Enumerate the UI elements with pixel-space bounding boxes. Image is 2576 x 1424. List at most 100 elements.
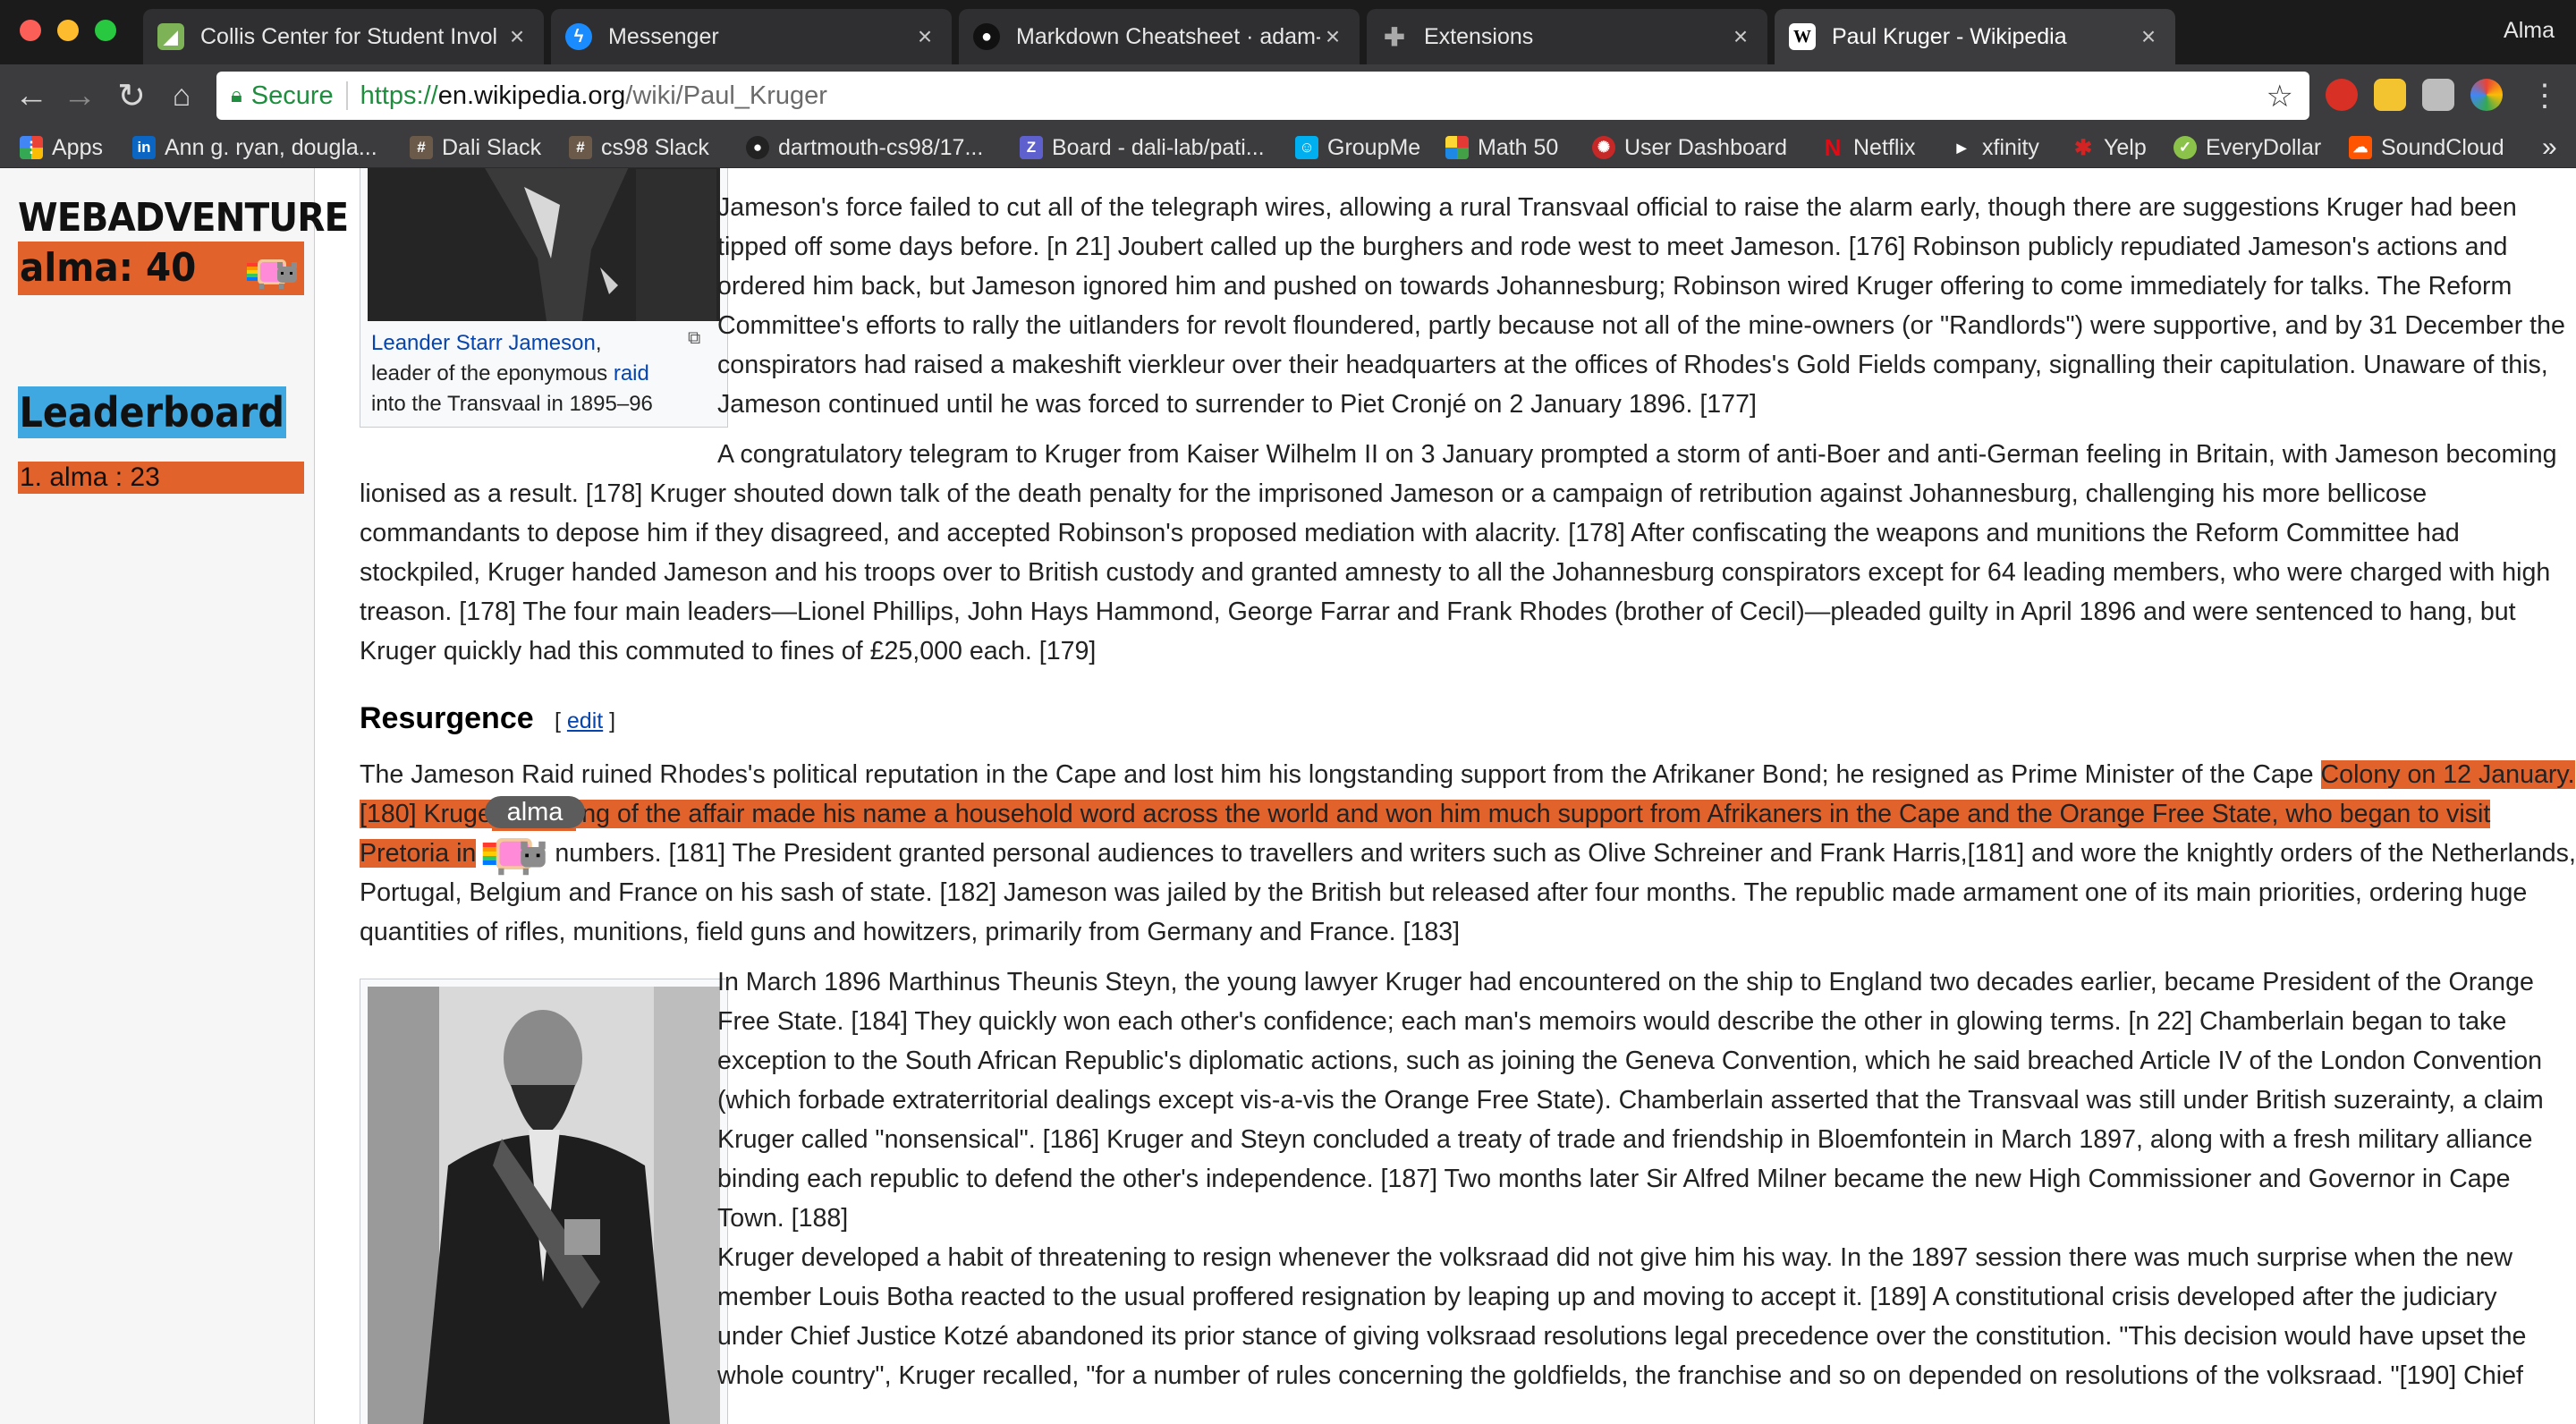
bookmarks-overflow-button[interactable]: » (2542, 132, 2557, 163)
dashboard-icon: ✺ (1592, 136, 1615, 159)
steyn-photo[interactable] (368, 987, 720, 1424)
caption-link-jameson[interactable]: Leander Starr Jameson (371, 331, 596, 355)
github-icon: ● (746, 136, 769, 159)
highlighted-text: ing of the affair made his name a househ… (575, 800, 2491, 828)
math-icon (1445, 136, 1469, 159)
bookmark-label: Apps (52, 134, 103, 160)
highlighted-text: Colony on 12 January. (2320, 760, 2575, 789)
bookmark-dartmouth-cs98[interactable]: ● dartmouth-cs98/17... (746, 132, 983, 163)
player-nyan-cat-icon[interactable] (481, 834, 549, 878)
minimize-window-button[interactable] (57, 20, 79, 41)
paragraph-line: The Jameson Raid ruined Rhodes's politic… (360, 755, 2576, 794)
paragraph-line: stockpiled, Kruger handed Jameson and hi… (360, 558, 2551, 587)
edit-section-link[interactable]: edit (567, 708, 603, 733)
bookmark-label: Math 50 (1478, 134, 1559, 160)
reload-icon[interactable]: ↻ (111, 75, 152, 116)
paragraph-text: A congratulatory telegram to Kruger from… (717, 440, 2557, 469)
caption-link-raid[interactable]: raid (614, 361, 649, 386)
address-bar[interactable]: 🔒︎ Secure https:// en.wikipedia.org /wik… (216, 72, 2309, 120)
bookmark-netflix[interactable]: N Netflix (1821, 132, 1916, 163)
paragraph-line: quantities of rifles, munitions, field g… (360, 918, 1461, 946)
bookmark-label: GroupMe (1327, 134, 1421, 160)
close-tab-button[interactable]: × (504, 22, 530, 51)
tab-title: Markdown Cheatsheet · adam- (1016, 23, 1320, 49)
bookmark-math-50[interactable]: Math 50 (1445, 132, 1558, 163)
paragraph-line: In March 1896 Marthinus Theunis Steyn, t… (717, 968, 2534, 996)
bookmark-yelp[interactable]: ✱ Yelp (2072, 132, 2147, 163)
bookmark-groupme[interactable]: ☺ GroupMe (1295, 132, 1420, 163)
bookmark-user-dashboard[interactable]: ✺ User Dashboard (1592, 132, 1787, 163)
web-page: WEBADVENTURE alma: 40 Leaderboard 1. alm… (0, 168, 2576, 1424)
paragraph-kaiser-telegram: A congratulatory telegram to Kruger from… (360, 435, 2557, 671)
apps-grid-icon: ⋮ (20, 136, 43, 159)
paragraph-line: Committee's efforts to rally the uitland… (717, 311, 2565, 340)
tab-extensions[interactable]: ✚ Extensions × (1367, 9, 1767, 64)
paragraph-line: Free State. [184] They quickly won each … (717, 1007, 2507, 1036)
forward-arrow-icon[interactable]: → (59, 75, 100, 116)
bookmark-cs98-slack[interactable]: # cs98 Slack (569, 132, 709, 163)
bookmark-label: Netflix (1853, 134, 1916, 160)
reader-extension-icon[interactable] (2422, 79, 2454, 111)
paragraph-line: Jameson's force failed to cut all of the… (717, 193, 2517, 222)
color-picker-extension-icon[interactable] (2470, 79, 2503, 111)
xfinity-icon: ▶ (1956, 140, 1967, 155)
leaderboard-header: Leaderboard (18, 386, 286, 438)
url-host: en.wikipedia.org (437, 81, 626, 110)
tab-messenger[interactable]: ϟ Messenger × (551, 9, 952, 64)
back-arrow-icon[interactable]: ← (11, 75, 52, 116)
thumbnail-jameson: ⧉ Leander Starr Jameson, leader of the e… (360, 168, 728, 428)
player-score: alma: 40 (20, 245, 197, 291)
tab-title: Messenger (608, 23, 719, 49)
caption-text: into the Transvaal in 1895–96 (371, 392, 653, 416)
paragraph-line: whole country", Kruger recalled, "for a … (717, 1361, 2523, 1390)
bookmark-xfinity[interactable]: ▶ xfinity (1950, 132, 2039, 163)
bookmark-label: Dali Slack (442, 134, 542, 160)
bookmark-label: dartmouth-cs98/17... (778, 134, 984, 160)
bookmark-everydollar[interactable]: ✓ EveryDollar (2174, 132, 2321, 163)
thumbnail-steyn (360, 979, 728, 1424)
profile-name[interactable]: Alma (2504, 18, 2555, 44)
browser-toolbar: ← → ↻ ⌂ 🔒︎ Secure https:// en.wikipedia.… (0, 64, 2576, 127)
jameson-photo[interactable] (368, 168, 720, 321)
close-tab-button[interactable]: × (912, 22, 937, 51)
bookmark-dali-slack[interactable]: # Dali Slack (410, 132, 541, 163)
maximize-window-button[interactable] (95, 20, 116, 41)
slack-icon: # (410, 136, 433, 159)
linkedin-icon: in (132, 136, 156, 159)
bookmark-label: Board - dali-lab/pati... (1052, 134, 1265, 160)
paragraph-line: Kruger developed a habit of threatening … (717, 1243, 2512, 1272)
game-title: WEBADVENTURE (18, 195, 349, 241)
wikipedia-icon: W (1789, 23, 1816, 50)
edit-bracket: ] (603, 708, 616, 733)
everydollar-icon: ✓ (2174, 136, 2197, 159)
paragraph-line: A congratulatory telegram to Kruger from… (360, 435, 2557, 474)
paragraph-telegraph: Jameson's force failed to cut all of the… (717, 188, 2565, 424)
paragraph-line: conspirators had raised a makeshift vier… (717, 351, 2548, 379)
bookmark-board[interactable]: Z Board - dali-lab/pati... (1020, 132, 1265, 163)
close-tab-button[interactable]: × (2136, 22, 2161, 51)
score-panel: alma: 40 (18, 242, 304, 295)
notes-extension-icon[interactable] (2374, 79, 2406, 111)
bookmark-soundcloud[interactable]: ☁ SoundCloud (2349, 132, 2504, 163)
tab-collis-center[interactable]: ◢ Collis Center for Student Invol × (143, 9, 544, 64)
bookmark-label: Ann g. ryan, dougla... (165, 134, 377, 160)
bookmark-linkedin[interactable]: in Ann g. ryan, dougla... (132, 132, 377, 163)
menu-icon[interactable]: ⋮ (2524, 75, 2565, 116)
bookmark-apps[interactable]: ⋮ Apps (20, 132, 103, 163)
close-window-button[interactable] (20, 20, 41, 41)
paragraph-line: tipped off some days before. [n 21] Joub… (717, 233, 2508, 261)
paragraph-line: lionised as a result. [178] Kruger shout… (360, 479, 2428, 508)
adblock-extension-icon[interactable] (2326, 79, 2358, 111)
nyan-cat-icon (247, 259, 297, 289)
bookmark-star-icon[interactable]: ☆ (2267, 79, 2293, 114)
leaderboard-title: Leaderboard (19, 388, 285, 437)
home-icon[interactable]: ⌂ (161, 75, 202, 116)
yelp-icon: ✱ (2073, 135, 2093, 160)
enlarge-icon[interactable]: ⧉ (688, 328, 700, 349)
paragraph-line: Portugal, Belgium and France on his sash… (360, 878, 2528, 907)
leaderboard-row: 1. alma : 23 (18, 462, 304, 494)
tab-paul-kruger[interactable]: W Paul Kruger - Wikipedia × (1775, 9, 2175, 64)
close-tab-button[interactable]: × (1728, 22, 1753, 51)
tab-markdown-cheatsheet[interactable]: ● Markdown Cheatsheet · adam- × (959, 9, 1360, 64)
close-tab-button[interactable]: × (1320, 22, 1345, 51)
